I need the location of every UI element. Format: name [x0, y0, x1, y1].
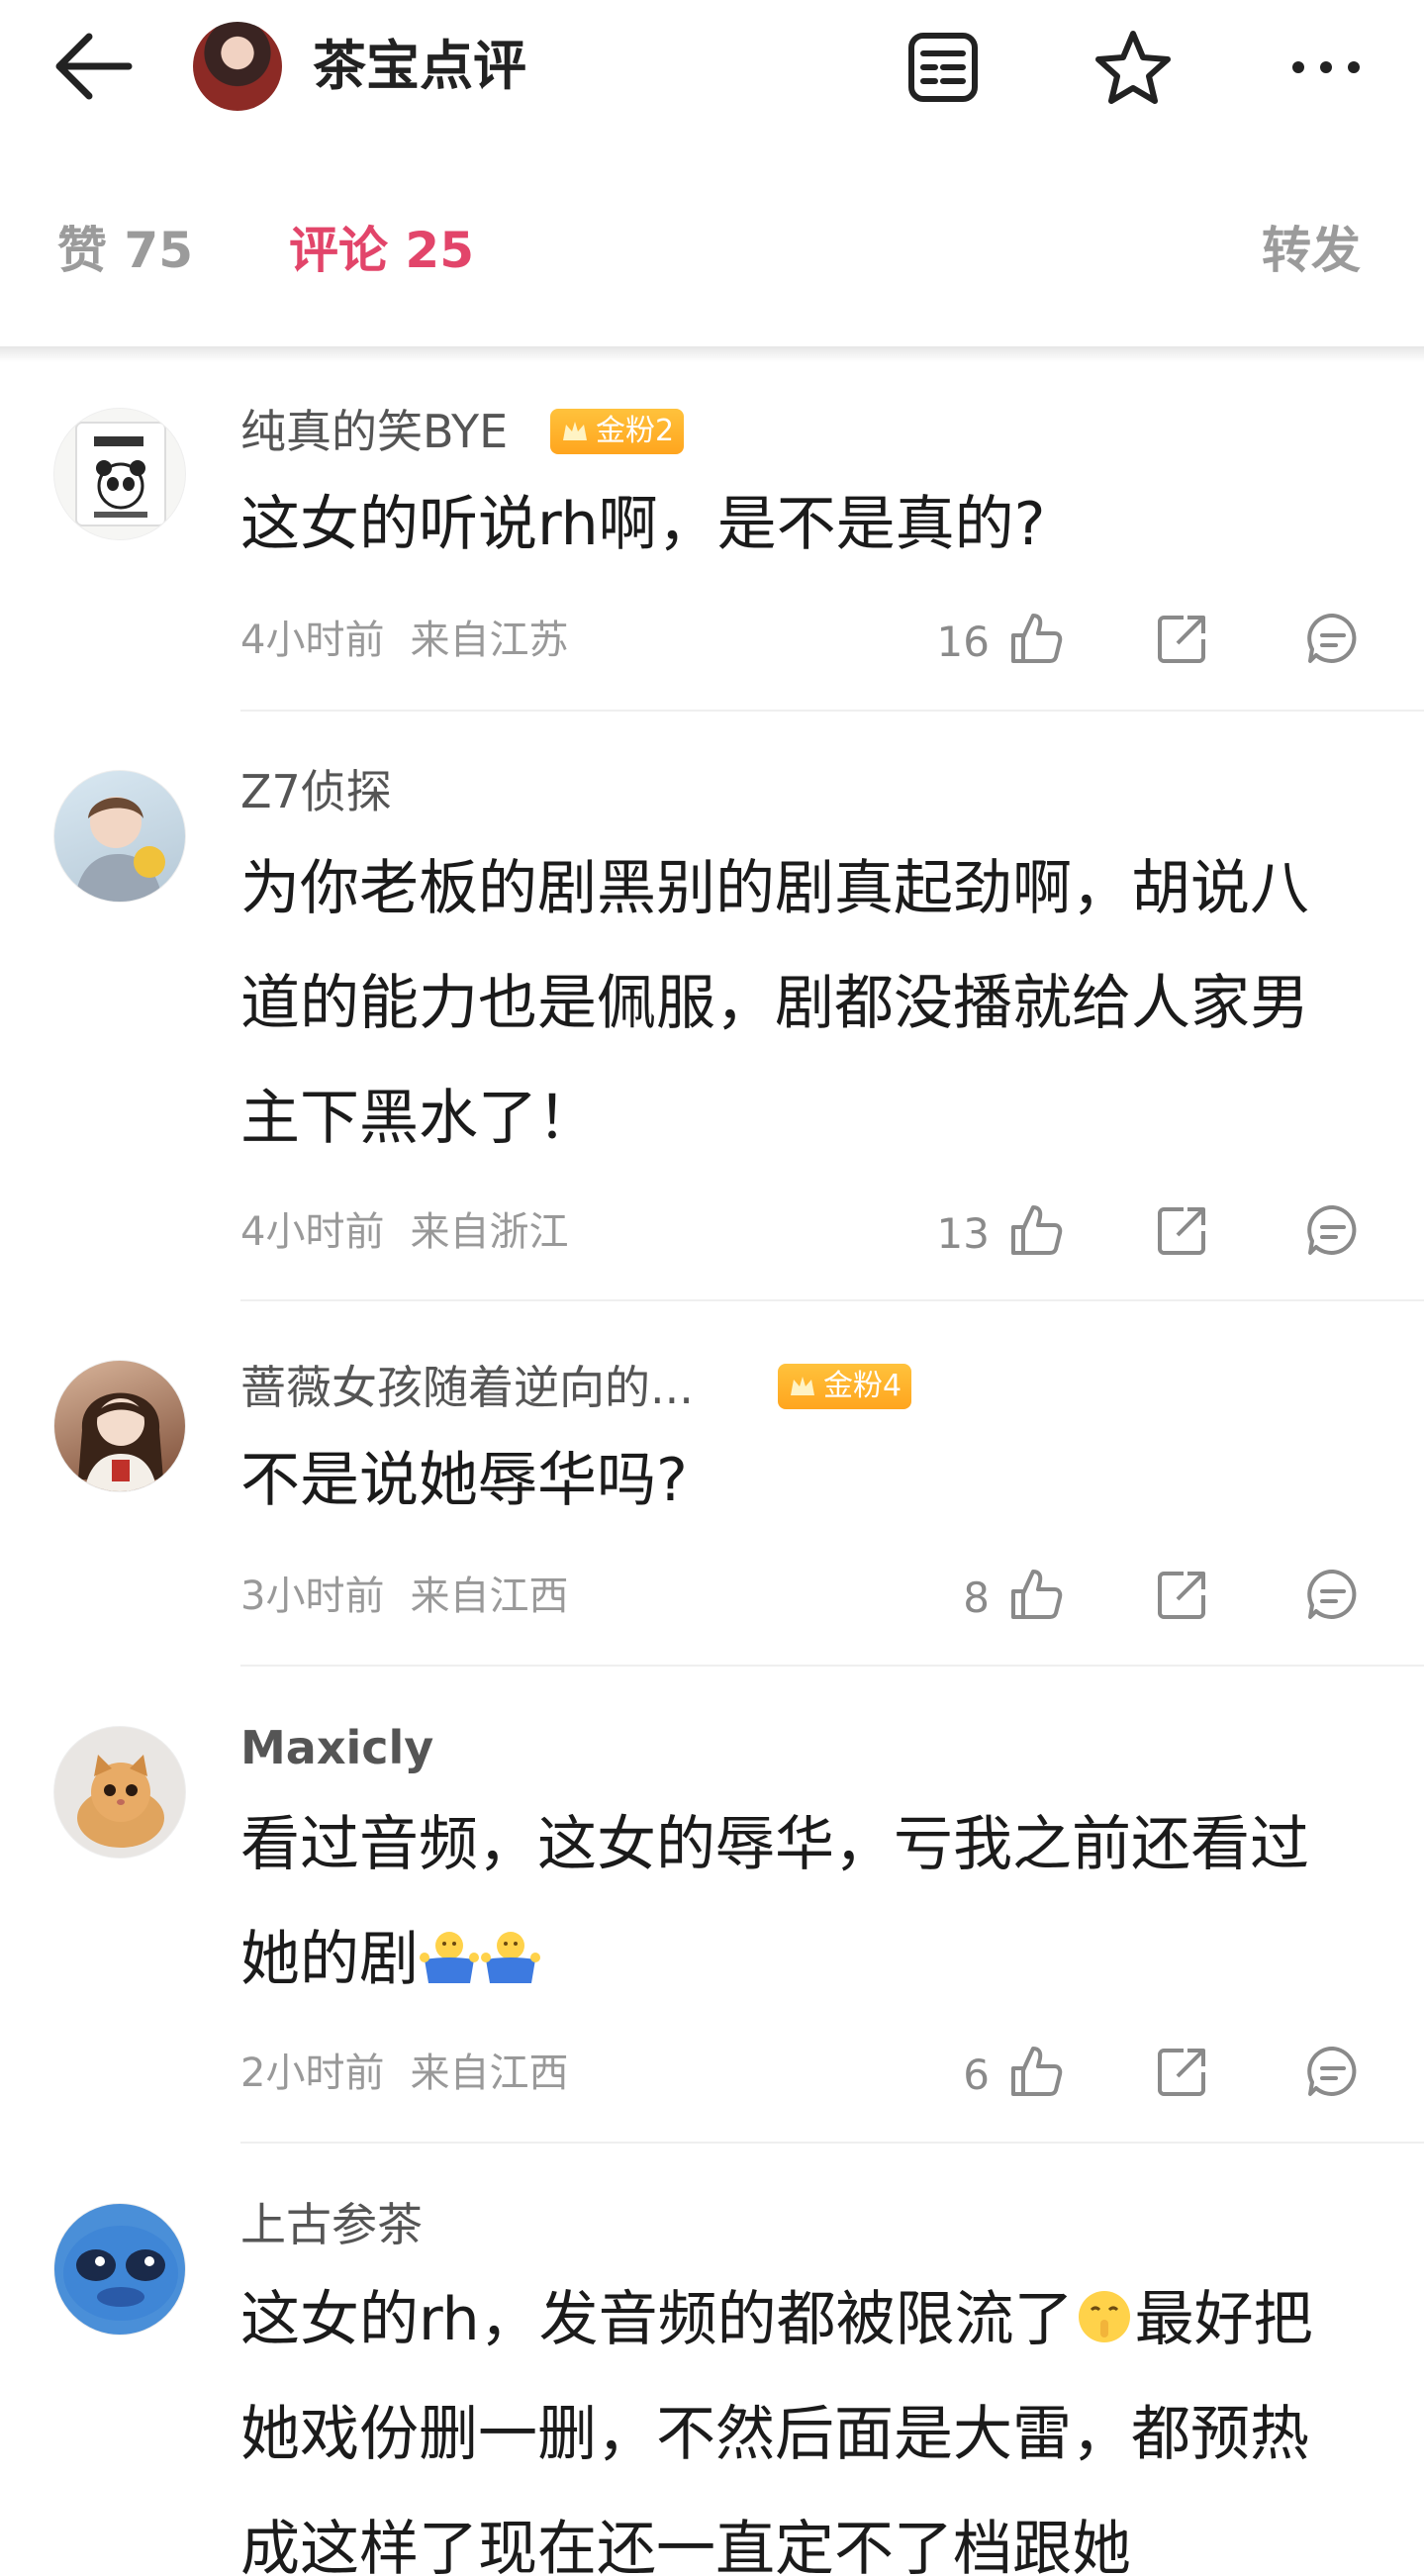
fan-badge-label: 金粉2 [596, 414, 675, 448]
thumbs-up-icon[interactable] [1007, 1201, 1065, 1259]
commenter-name[interactable]: 上古参茶 [240, 2195, 423, 2254]
commenter-avatar[interactable] [53, 408, 186, 540]
panda-avatar-image [75, 422, 166, 526]
comment-location: 来自江西 [410, 1574, 569, 1619]
thumbs-up-icon[interactable] [1007, 2043, 1065, 2100]
reply-icon[interactable] [1304, 1201, 1362, 1259]
comment-time: 2小时前 [240, 2051, 385, 2096]
fan-badge-label: 金粉4 [823, 1369, 902, 1403]
comment-location: 来自浙江 [410, 1209, 569, 1255]
commenter-avatar[interactable] [53, 2203, 186, 2336]
share-icon[interactable] [1154, 1566, 1211, 1623]
anime-girl-avatar-image [78, 1392, 163, 1491]
commenter-avatar[interactable] [53, 1726, 186, 1859]
like-count: 16 [936, 618, 990, 666]
reply-icon[interactable] [1304, 610, 1362, 667]
kitten-avatar-image [77, 1755, 164, 1848]
reply-icon[interactable] [1304, 1566, 1362, 1623]
tab-repost[interactable]: 转发 [1262, 216, 1361, 285]
comment-meta: 2小时前 来自江西 [240, 2049, 568, 2098]
back-button[interactable] [49, 28, 139, 105]
reply-icon[interactable] [1304, 2043, 1362, 2100]
comment-text: 看过音频，这女的辱华，亏我之前还看过她的剧 [240, 1787, 1359, 2017]
more-button[interactable] [1286, 30, 1366, 105]
blue-creature-avatar-image [63, 2226, 178, 2321]
shrug-emoji-icon [481, 1932, 540, 1983]
comment-divider [240, 1299, 1424, 1301]
comment-location: 来自江苏 [410, 618, 569, 663]
crown-icon [791, 1377, 814, 1395]
top-bar: 茶宝点评 [0, 0, 1424, 139]
comment-text: 这女的听说rh啊，是不是真的? [240, 490, 1046, 559]
shushing-face-emoji-icon [1078, 2291, 1130, 2342]
document-list-button[interactable] [905, 30, 981, 105]
tab-bar: 赞 75 评论 25 转发 [0, 188, 1424, 327]
comment-time: 4小时前 [240, 1209, 385, 1255]
commenter-name[interactable]: Z7侦探 [240, 762, 392, 821]
comment-divider [240, 710, 1424, 712]
like-count: 8 [963, 1574, 990, 1622]
comment-time: 4小时前 [240, 618, 385, 663]
favorite-button[interactable] [1093, 28, 1173, 107]
tab-comments[interactable]: 评论 25 [289, 216, 474, 285]
fan-badge: 金粉4 [778, 1364, 912, 1409]
commenter-name[interactable]: 纯真的笑BYE [240, 402, 508, 461]
comment-meta: 4小时前 来自浙江 [240, 1207, 568, 1257]
comment-text: 这女的rh，发音频的都被限流了 最好把她戏份删一删，不然后面是大雷，都预热成这样了… [240, 2262, 1359, 2576]
thumbs-up-icon[interactable] [1007, 610, 1065, 667]
more-horizontal-icon [1292, 61, 1360, 73]
share-icon[interactable] [1154, 2043, 1211, 2100]
commenter-name[interactable]: 蔷薇女孩随着逆向的... [240, 1358, 694, 1417]
thumbs-up-icon[interactable] [1007, 1566, 1065, 1623]
shrug-emoji-icon [420, 1932, 479, 1983]
comment-text-body: 看过音频，这女的辱华，亏我之前还看过她的剧 [240, 1810, 1309, 1994]
account-avatar[interactable] [193, 22, 282, 111]
page-title: 茶宝点评 [313, 35, 526, 97]
comment-location: 来自江西 [410, 2051, 569, 2096]
commenter-avatar[interactable] [53, 1360, 186, 1492]
anime-boy-avatar-image [74, 797, 165, 902]
comment-divider [240, 2142, 1424, 2144]
crown-icon [563, 422, 587, 440]
comment-meta: 3小时前 来自江西 [240, 1572, 568, 1621]
comment-text-part-1: 这女的rh，发音频的都被限流了 [240, 2285, 1074, 2354]
like-count: 6 [963, 2051, 990, 2099]
comment-time: 3小时前 [240, 1574, 385, 1619]
like-count: 13 [936, 1209, 990, 1258]
share-icon[interactable] [1154, 610, 1211, 667]
star-outline-icon [1095, 31, 1171, 104]
commenter-avatar[interactable] [53, 770, 186, 903]
tab-likes[interactable]: 赞 75 [57, 216, 193, 285]
tab-bar-shadow [0, 346, 1424, 362]
fan-badge: 金粉2 [550, 409, 685, 454]
comment-divider [240, 1665, 1424, 1667]
share-icon[interactable] [1154, 1201, 1211, 1259]
comment-meta: 4小时前 来自江苏 [240, 616, 568, 665]
commenter-name[interactable]: Maxicly [240, 1718, 433, 1777]
document-list-icon [908, 33, 978, 102]
comment-text: 为你老板的剧黑别的剧真起劲啊，胡说八道的能力也是佩服，剧都没播就给人家男主下黑水… [240, 854, 1309, 1153]
arrow-left-icon [55, 33, 133, 100]
comment-text: 不是说她辱华吗? [240, 1446, 688, 1515]
